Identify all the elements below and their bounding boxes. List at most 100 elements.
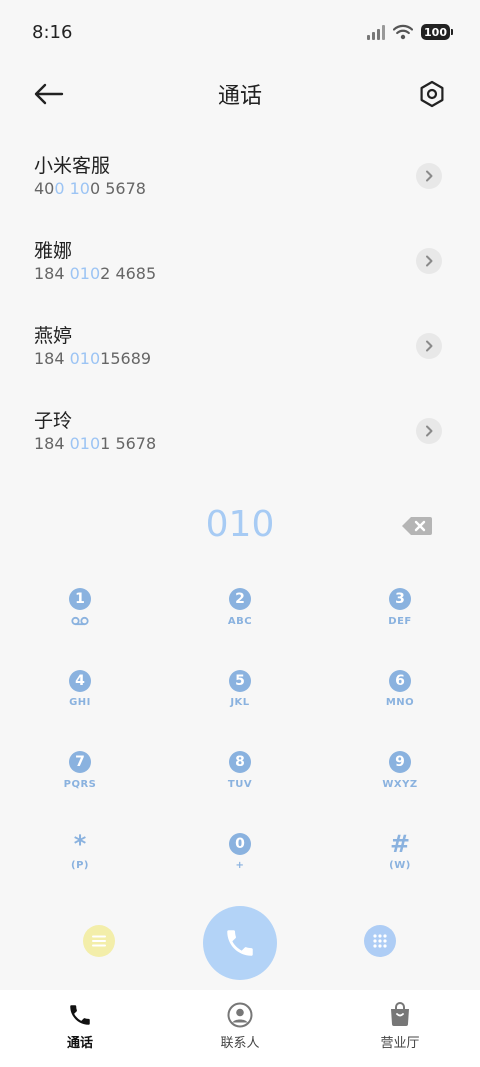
dialer-actions <box>0 905 480 980</box>
contact-name: 燕婷 <box>34 325 73 347</box>
back-arrow-icon <box>34 83 64 105</box>
number-segment: 184 <box>34 264 70 283</box>
phone-call-icon <box>227 930 253 956</box>
keypad-row: * (P) 0 + # (W) <box>0 827 480 909</box>
contact-result-item[interactable]: 小米客服 400 100 5678 <box>0 143 480 228</box>
status-time: 8:16 <box>32 22 73 43</box>
key-letters: GHI <box>69 697 91 708</box>
shopping-bag-icon <box>391 1002 409 1026</box>
key-digit: * <box>73 829 87 858</box>
contact-name: 小米客服 <box>34 155 111 177</box>
key-digit: 3 <box>389 588 411 610</box>
key-letters: MNO <box>385 697 415 708</box>
number-segment: 1 5678 <box>100 434 157 453</box>
nav-tab-store[interactable]: 营业厅 <box>320 990 480 1067</box>
status-icons: 100 <box>367 24 453 40</box>
settings-button[interactable] <box>414 76 450 112</box>
header: 通话 <box>0 66 480 122</box>
number-segment: 15689 <box>100 349 152 368</box>
keypad-toggle-button[interactable] <box>364 925 396 957</box>
number-match-highlight: 010 <box>69 434 101 453</box>
key-three[interactable]: 3 DEF <box>320 582 480 664</box>
number-segment: 184 <box>34 434 70 453</box>
contact-icon <box>227 1002 253 1028</box>
delete-button[interactable] <box>400 514 434 538</box>
key-letters: + <box>235 860 245 871</box>
menu-button[interactable] <box>83 925 115 957</box>
key-letters: DEF <box>388 615 412 627</box>
key-digit: 5 <box>229 669 251 692</box>
contact-result-list: 小米客服 400 100 5678 雅娜 184 0102 4685 燕婷 184 010… <box>0 143 480 483</box>
key-seven[interactable]: 7 PQRS <box>0 745 160 827</box>
contact-number: 184 0101 5678 <box>34 434 156 453</box>
key-letters: TUV <box>227 778 253 790</box>
number-segment: 184 <box>34 349 70 368</box>
key-digit: 0 <box>229 832 251 855</box>
key-nine[interactable]: 9 WXYZ <box>320 745 480 827</box>
number-segment: 2 4685 <box>100 264 157 283</box>
chevron-right-icon <box>426 340 433 352</box>
key-letters: ABC <box>227 615 253 627</box>
nav-tab-contacts[interactable]: 联系人 <box>160 990 320 1067</box>
contact-result-item[interactable]: 燕婷 184 01015689 <box>0 313 480 398</box>
detail-button[interactable] <box>416 248 442 274</box>
key-digit: 6 <box>389 669 411 692</box>
number-segment: 0 5678 <box>89 179 146 198</box>
number-match-highlight: 010 <box>69 349 101 368</box>
dial-keypad: 1 2 ABC 3 DEF 4 GHI 5 JKL 6 MNO 7 PQRS 8 TUV 9 WXYZ * (P) 0… <box>0 582 480 908</box>
contact-number: 184 0102 4685 <box>34 264 156 283</box>
key-digit: 2 <box>229 588 251 610</box>
keypad-row: 4 GHI 5 JKL 6 MNO <box>0 664 480 746</box>
contact-result-item[interactable]: 雅娜 184 0102 4685 <box>0 228 480 313</box>
chevron-right-icon <box>426 255 433 267</box>
key-digit: 8 <box>229 751 251 773</box>
contact-result-item[interactable]: 子玲 184 0101 5678 <box>0 398 480 483</box>
page-title: 通话 <box>217 84 262 109</box>
key-letters: PQRS <box>63 778 97 790</box>
nav-label-calls: 通话 <box>66 1036 93 1051</box>
key-five[interactable]: 5 JKL <box>160 664 320 746</box>
key-four[interactable]: 4 GHI <box>0 664 160 746</box>
menu-icon <box>92 935 106 947</box>
contact-name: 雅娜 <box>34 240 73 262</box>
number-match-highlight: 0 10 <box>54 179 90 198</box>
key-digit: 7 <box>69 751 91 773</box>
nav-tab-calls[interactable]: 通话 <box>0 990 160 1067</box>
key-letters: JKL <box>230 697 250 708</box>
back-button[interactable] <box>28 78 68 110</box>
nav-label-contacts: 联系人 <box>220 1036 260 1051</box>
key-zero[interactable]: 0 + <box>160 827 320 909</box>
key-eight[interactable]: 8 TUV <box>160 745 320 827</box>
detail-button[interactable] <box>416 333 442 359</box>
key-six[interactable]: 6 MNO <box>320 664 480 746</box>
key-digit: # <box>389 829 411 858</box>
key-hash[interactable]: # (W) <box>320 827 480 909</box>
keypad-row: 1 2 ABC 3 DEF <box>0 582 480 664</box>
contact-number: 400 100 5678 <box>34 179 146 198</box>
bottom-navigation: 通话 联系人 营业厅 <box>0 990 480 1067</box>
status-bar: 8:16 100 <box>0 0 480 66</box>
settings-icon <box>420 80 444 108</box>
keypad-row: 7 PQRS 8 TUV 9 WXYZ <box>0 745 480 827</box>
detail-button[interactable] <box>416 418 442 444</box>
battery-icon: 100 <box>421 24 453 40</box>
contact-number: 184 01015689 <box>34 349 151 368</box>
key-star[interactable]: * (P) <box>0 827 160 909</box>
key-letters: WXYZ <box>382 778 418 790</box>
voicemail-icon <box>71 614 89 628</box>
wifi-icon <box>393 24 414 40</box>
number-segment: 40 <box>34 179 55 198</box>
key-letters: (P) <box>71 860 89 871</box>
number-match-highlight: 010 <box>69 264 101 283</box>
signal-icon <box>367 24 386 40</box>
phone-icon <box>70 1005 90 1025</box>
dialpad-icon <box>373 934 387 948</box>
call-button[interactable] <box>203 906 277 980</box>
key-letters: (W) <box>389 860 411 871</box>
key-one[interactable]: 1 <box>0 582 160 664</box>
key-digit: 9 <box>389 751 411 773</box>
chevron-right-icon <box>426 170 433 182</box>
key-two[interactable]: 2 ABC <box>160 582 320 664</box>
detail-button[interactable] <box>416 163 442 189</box>
backspace-icon <box>402 517 432 535</box>
